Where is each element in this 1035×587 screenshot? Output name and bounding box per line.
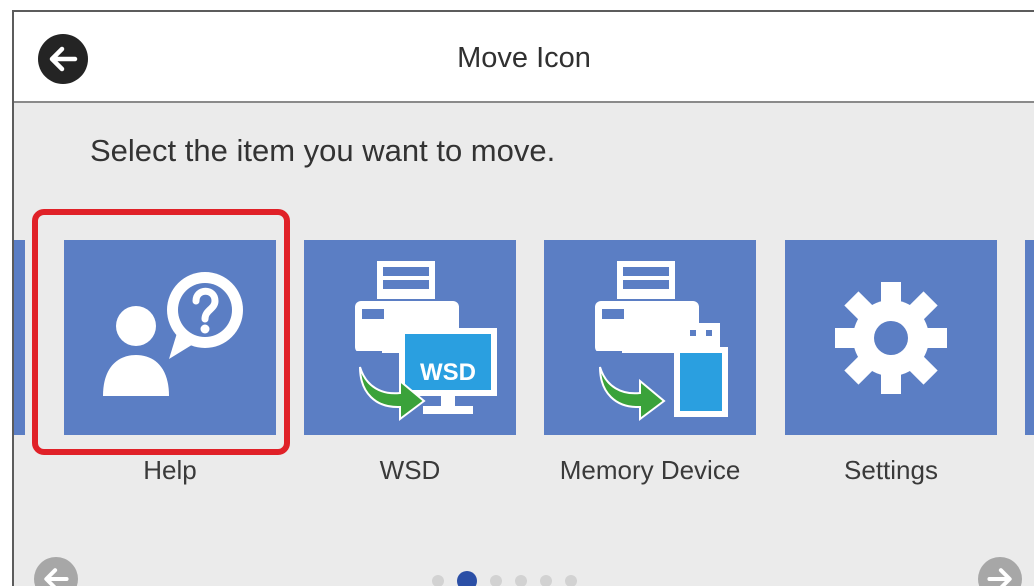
page-dot-6[interactable] (565, 575, 577, 586)
page-dot-1[interactable] (432, 575, 444, 586)
partial-tile-right[interactable] (1025, 240, 1034, 435)
tile-memory-device[interactable] (544, 240, 756, 435)
page-dot-5[interactable] (540, 575, 552, 586)
screen: Move Icon Select the item you want to mo… (12, 10, 1034, 586)
tile-label-help: Help (143, 455, 197, 485)
content-area: Select the item you want to move. Help W… (14, 103, 1034, 586)
arrow-left-icon (44, 568, 69, 586)
wsd-printer-computer-icon: WSD (352, 260, 497, 421)
wsd-badge-text: WSD (420, 359, 476, 386)
arrow-right-icon (987, 568, 1012, 586)
page-title: Move Icon (457, 42, 591, 74)
gear-icon (835, 281, 947, 394)
page-dot-4[interactable] (515, 575, 527, 586)
tile-label-settings: Settings (844, 455, 938, 485)
page-indicator (432, 571, 577, 586)
page-dot-3[interactable] (490, 575, 502, 586)
previous-page-button[interactable] (34, 557, 78, 586)
partial-tile-left[interactable] (14, 240, 25, 435)
selection-highlight (32, 209, 290, 455)
tile-wsd[interactable]: WSD (304, 240, 516, 435)
instruction-text: Select the item you want to move. (90, 133, 556, 168)
tile-settings[interactable] (785, 240, 997, 435)
tile-label-wsd: WSD (379, 455, 441, 485)
next-page-button[interactable] (978, 557, 1022, 586)
printer-memory-device-icon (592, 260, 728, 421)
tile-label-memory-device: Memory Device (559, 455, 741, 485)
page-dot-2-active[interactable] (457, 571, 477, 586)
header-bar: Move Icon (14, 12, 1034, 103)
